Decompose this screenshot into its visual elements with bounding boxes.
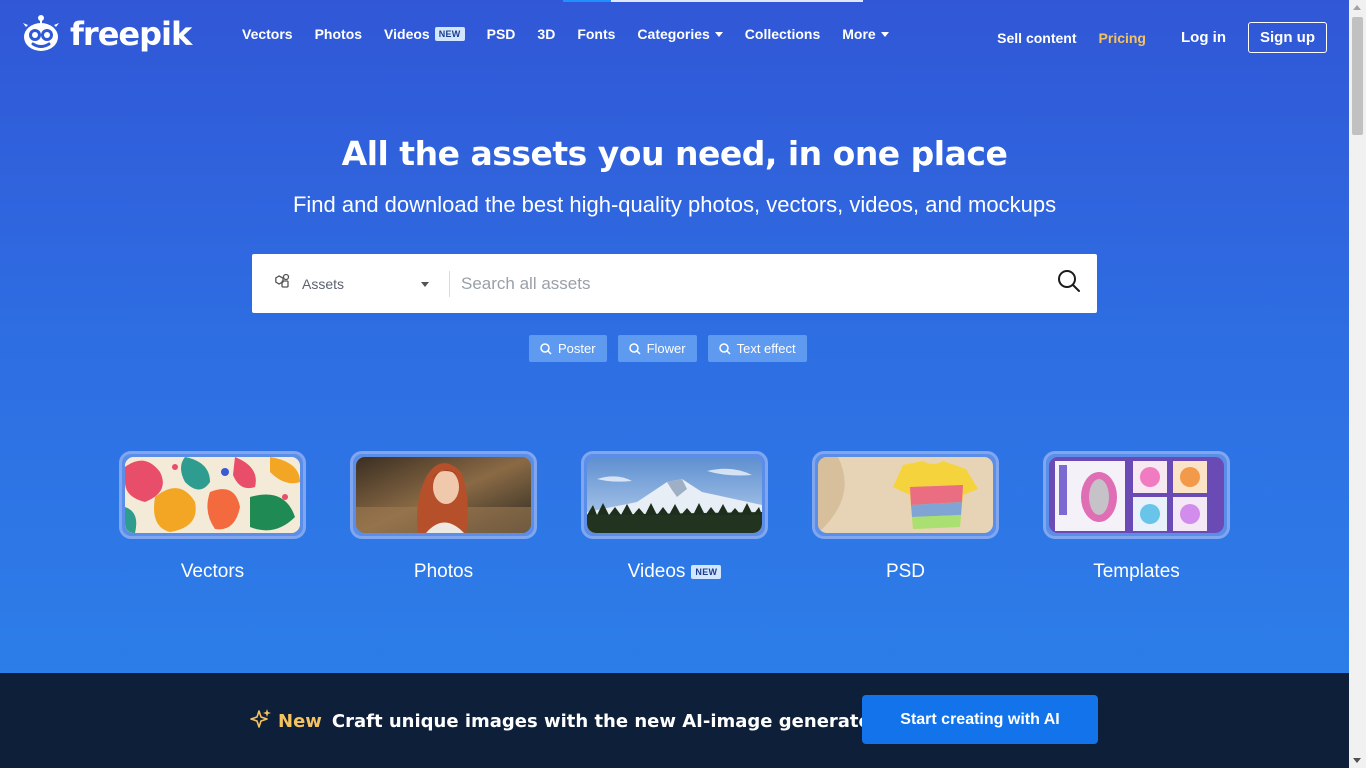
nav-collections-label: Collections xyxy=(744,26,821,42)
tag-text-effect[interactable]: Text effect xyxy=(707,335,807,362)
sparkle-icon xyxy=(250,708,272,735)
new-label: New xyxy=(278,711,322,732)
nav-fonts[interactable]: Fonts xyxy=(577,26,615,42)
nav-categories[interactable]: Categories xyxy=(637,26,723,42)
signup-button[interactable]: Sign up xyxy=(1248,22,1327,53)
assets-icon xyxy=(274,273,290,294)
nav-3d-label: 3D xyxy=(537,26,556,42)
category-templates[interactable]: Templates xyxy=(1043,451,1230,583)
scroll-thumb[interactable] xyxy=(1352,17,1363,135)
pricing-link[interactable]: Pricing xyxy=(1099,30,1146,46)
asset-type-select[interactable]: Assets xyxy=(252,254,449,313)
search-bar: Assets xyxy=(252,254,1097,313)
new-badge: NEW xyxy=(434,27,465,41)
nav-more[interactable]: More xyxy=(842,26,889,42)
header: freepik Vectors Photos Videos NEW PSD 3D … xyxy=(0,0,1349,72)
hero-title: All the assets you need, in one place xyxy=(341,134,1008,173)
category-label: Vectors xyxy=(119,561,306,583)
search-icon xyxy=(718,342,731,355)
chevron-down-icon xyxy=(421,282,429,287)
nav-videos-label: Videos xyxy=(384,26,430,42)
sell-content-link[interactable]: Sell content xyxy=(997,30,1076,46)
nav-psd-label: PSD xyxy=(486,26,516,42)
nav-collections[interactable]: Collections xyxy=(745,26,820,42)
banner-message: Craft unique images with the new AI-imag… xyxy=(331,711,880,732)
search-button[interactable] xyxy=(1041,254,1097,313)
search-icon xyxy=(540,342,552,355)
category-vectors-label: Vectors xyxy=(180,561,245,582)
ai-banner-text: New Craft unique images with the new AI-… xyxy=(250,708,880,735)
start-creating-ai-button[interactable]: Start creating with AI xyxy=(862,695,1098,744)
asset-type-label: Assets xyxy=(302,275,345,292)
nav-photos-label: Photos xyxy=(314,26,363,42)
logo-text: freepik xyxy=(70,15,192,53)
category-label: Photos xyxy=(350,561,537,583)
photos-thumbnail xyxy=(350,451,537,539)
tag-label: Flower xyxy=(646,341,686,356)
category-label: PSD xyxy=(812,561,999,583)
vectors-thumbnail xyxy=(119,451,306,539)
nav-vectors-label: Vectors xyxy=(242,26,293,42)
nav-videos[interactable]: Videos NEW xyxy=(384,26,465,42)
ai-banner: New Craft unique images with the new AI-… xyxy=(0,673,1349,768)
chevron-down-icon xyxy=(714,31,723,37)
category-label: Templates xyxy=(1043,561,1230,583)
templates-thumbnail xyxy=(1043,451,1230,539)
scroll-down-arrow-icon[interactable] xyxy=(1353,758,1361,763)
videos-thumbnail xyxy=(581,451,768,539)
tag-flower[interactable]: Flower xyxy=(617,335,697,362)
chevron-down-icon xyxy=(880,31,889,37)
search-icon xyxy=(628,342,641,355)
login-link[interactable]: Log in xyxy=(1181,29,1226,46)
nav-3d[interactable]: 3D xyxy=(537,26,555,42)
page: freepik Vectors Photos Videos NEW PSD 3D … xyxy=(0,0,1349,768)
nav-fonts-label: Fonts xyxy=(577,26,616,42)
category-videos[interactable]: Videos NEW xyxy=(581,451,768,583)
search-icon xyxy=(1057,269,1081,298)
tag-label: Poster xyxy=(558,341,596,356)
category-photos[interactable]: Photos xyxy=(350,451,537,583)
category-templates-label: Templates xyxy=(1093,561,1180,582)
tag-poster[interactable]: Poster xyxy=(529,335,607,362)
psd-thumbnail xyxy=(812,451,999,539)
suggested-tags: Poster Flower Text effect xyxy=(529,335,818,362)
tag-label: Text effect xyxy=(736,341,796,356)
scrollbar[interactable] xyxy=(1349,0,1366,768)
new-badge: NEW xyxy=(691,565,722,579)
category-psd[interactable]: PSD xyxy=(812,451,999,583)
account-nav: Sell content Pricing Log in Sign up xyxy=(997,22,1327,53)
nav-categories-label: Categories xyxy=(637,26,710,42)
nav-psd[interactable]: PSD xyxy=(487,26,516,42)
nav-more-label: More xyxy=(842,26,876,42)
category-vectors[interactable]: Vectors xyxy=(119,451,306,583)
category-photos-label: Photos xyxy=(413,561,474,582)
logo[interactable]: freepik xyxy=(20,12,192,56)
nav-vectors[interactable]: Vectors xyxy=(242,26,293,42)
freepik-logo-icon xyxy=(20,13,62,55)
main-nav: Vectors Photos Videos NEW PSD 3D Fonts Ca… xyxy=(242,26,911,42)
nav-photos[interactable]: Photos xyxy=(315,26,362,42)
category-label: Videos NEW xyxy=(581,561,768,583)
search-input[interactable] xyxy=(450,254,1041,313)
hero-subtitle: Find and download the best high-quality … xyxy=(292,192,1057,217)
scroll-up-arrow-icon[interactable] xyxy=(1353,5,1361,10)
category-videos-label: Videos xyxy=(627,561,686,582)
category-psd-label: PSD xyxy=(885,561,926,582)
